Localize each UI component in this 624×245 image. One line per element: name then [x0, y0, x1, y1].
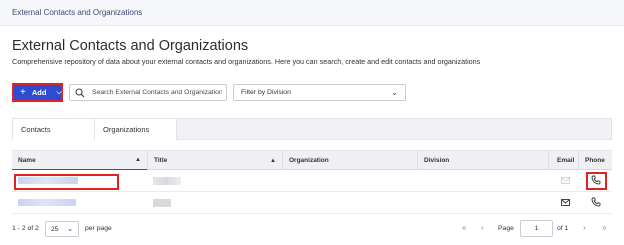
pagination-footer: 1 - 2 of 2 25 ⌄ per page « ‹ Page of 1 ›…	[0, 215, 624, 245]
email-icon	[561, 176, 571, 184]
breadcrumb[interactable]: External Contacts and Organizations	[12, 8, 142, 17]
sort-icon[interactable]: ▲	[135, 157, 141, 163]
contact-name-link[interactable]	[18, 199, 76, 206]
add-button[interactable]: + Add ⌵	[12, 83, 63, 102]
column-header-phone: Phone	[579, 151, 612, 170]
division-filter-label: Filter by Division	[241, 89, 291, 96]
table-row[interactable]	[12, 170, 612, 192]
column-header-email: Email	[549, 151, 579, 170]
page-number-input[interactable]	[520, 220, 553, 237]
add-button-label: Add	[31, 88, 47, 97]
page-size-select[interactable]: 25 ⌄	[45, 221, 79, 237]
column-header-name[interactable]: Name ▲	[12, 151, 148, 171]
column-header-label: Name	[18, 156, 36, 164]
sort-icon[interactable]: ▲	[270, 158, 276, 164]
search-box[interactable]	[69, 84, 227, 101]
chevron-down-icon: ⌄	[67, 226, 73, 233]
breadcrumb-bar: External Contacts and Organizations	[0, 0, 624, 26]
table-header: Name ▲ Title ▲ Organization Division Ema…	[12, 150, 612, 171]
tab-organizations[interactable]: Organizations	[95, 119, 177, 140]
column-header-label: Organization	[289, 157, 329, 164]
last-page-icon[interactable]: »	[602, 223, 606, 232]
plus-icon: +	[20, 86, 26, 98]
search-icon	[75, 87, 87, 98]
page-total-label: of 1	[557, 225, 569, 232]
column-header-label: Division	[424, 157, 450, 164]
tab-contacts[interactable]: Contacts	[13, 119, 95, 140]
page-size-value: 25	[51, 225, 59, 233]
division-filter-select[interactable]: Filter by Division ⌄	[233, 84, 406, 101]
column-header-division[interactable]: Division	[418, 151, 549, 170]
tabs-bar: Contacts Organizations	[12, 118, 612, 140]
column-header-label: Title	[154, 157, 168, 164]
email-icon[interactable]	[561, 198, 571, 206]
tab-contacts-label: Contacts	[21, 125, 51, 134]
tab-organizations-label: Organizations	[103, 125, 150, 134]
search-input[interactable]	[92, 89, 222, 96]
highlight-box	[14, 174, 119, 190]
page-title: External Contacts and Organizations	[12, 38, 249, 54]
column-header-label: Email	[557, 157, 575, 164]
page-label: Page	[498, 225, 514, 232]
first-page-icon[interactable]: «	[462, 223, 466, 232]
pagination-range: 1 - 2 of 2	[12, 225, 39, 232]
page-subtitle: Comprehensive repository of data about y…	[12, 57, 481, 66]
contact-title-cell	[153, 199, 171, 207]
contact-title-cell	[153, 177, 181, 185]
per-page-label: per page	[85, 225, 112, 232]
previous-page-icon[interactable]: ‹	[481, 223, 484, 232]
chevron-down-icon: ⌄	[391, 88, 398, 97]
highlight-box	[586, 172, 607, 190]
table-row[interactable]	[12, 192, 612, 214]
chevron-down-icon: ⌵	[56, 88, 62, 96]
next-page-icon[interactable]: ›	[583, 223, 586, 232]
column-header-title[interactable]: Title ▲	[148, 151, 283, 170]
phone-icon[interactable]	[591, 197, 601, 207]
column-header-organization[interactable]: Organization	[283, 151, 418, 170]
column-header-label: Phone	[585, 157, 605, 164]
